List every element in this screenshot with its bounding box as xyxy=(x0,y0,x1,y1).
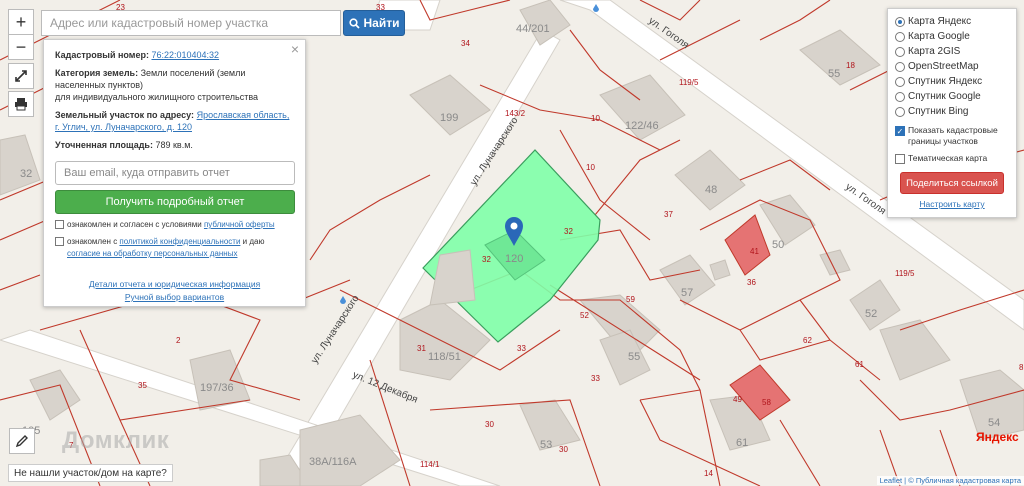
svg-text:197/36: 197/36 xyxy=(200,382,234,394)
svg-text:62: 62 xyxy=(803,336,812,345)
svg-text:38А/116А: 38А/116А xyxy=(309,456,357,468)
svg-text:44/201: 44/201 xyxy=(516,23,550,35)
offer-consent: ознакомлен и согласен с условиями публич… xyxy=(55,219,294,231)
svg-text:61: 61 xyxy=(736,437,748,449)
leaflet-link[interactable]: Leaflet xyxy=(880,476,903,485)
share-link-button[interactable]: Поделиться ссылкой xyxy=(900,172,1004,194)
address-label: Земельный участок по адресу: xyxy=(55,110,195,120)
layer-option-yandex-satellite[interactable]: Спутник Яндекс xyxy=(895,74,1009,89)
ruler-button[interactable] xyxy=(9,428,35,454)
svg-text:52: 52 xyxy=(580,311,589,320)
svg-text:32: 32 xyxy=(482,255,491,264)
area-row: Уточненная площадь: 789 кв.м. xyxy=(55,139,294,151)
svg-text:31: 31 xyxy=(417,344,426,353)
domclick-watermark: Домклик xyxy=(62,427,170,454)
map-attribution: Leaflet | © Публичная кадастровая карта xyxy=(876,476,1024,485)
category-purpose: для индивидуального жилищного строительс… xyxy=(55,92,259,102)
svg-text:33: 33 xyxy=(591,374,600,383)
search-button-label: Найти xyxy=(363,16,400,30)
svg-text:119/5: 119/5 xyxy=(895,269,915,278)
svg-text:55: 55 xyxy=(628,351,640,363)
svg-text:49: 49 xyxy=(733,395,742,404)
layer-option-yandex-map[interactable]: Карта Яндекс xyxy=(895,14,1009,29)
layer-option-google-map[interactable]: Карта Google xyxy=(895,29,1009,44)
svg-text:143/2: 143/2 xyxy=(505,109,526,118)
layer-option-bing-satellite[interactable]: Спутник Bing xyxy=(895,104,1009,119)
svg-text:61: 61 xyxy=(855,360,864,369)
svg-text:18: 18 xyxy=(846,61,855,70)
svg-text:37: 37 xyxy=(664,210,673,219)
offer-checkbox[interactable] xyxy=(55,220,64,229)
category-label: Категория земель: xyxy=(55,68,139,78)
category-row: Категория земель: Земли поселений (земли… xyxy=(55,67,294,103)
svg-text:36: 36 xyxy=(747,278,756,287)
cadastral-row: Кадастровый номер: 76:22:010404:32 xyxy=(55,49,294,61)
show-boundaries-checkbox[interactable]: ✓ Показать кадастровые границы участков xyxy=(895,125,1009,147)
cadastral-label: Кадастровый номер: xyxy=(55,50,149,60)
svg-text:54: 54 xyxy=(988,417,1000,429)
layer-option-google-satellite[interactable]: Спутник Google xyxy=(895,89,1009,104)
zoom-out-button[interactable]: − xyxy=(8,34,34,60)
area-value: 789 кв.м. xyxy=(155,140,193,150)
search-button[interactable]: Найти xyxy=(343,10,405,36)
parcel-number-label: 120 xyxy=(505,253,523,265)
get-report-button[interactable]: Получить подробный отчет xyxy=(55,190,295,214)
svg-text:10: 10 xyxy=(586,163,595,172)
print-icon xyxy=(15,98,27,111)
svg-text:122/46: 122/46 xyxy=(625,120,659,132)
offer-link[interactable]: публичной оферты xyxy=(204,220,275,229)
layer-option-osm[interactable]: OpenStreetMap xyxy=(895,59,1009,74)
layers-panel: Карта Яндекс Карта Google Карта 2GIS Ope… xyxy=(887,8,1017,218)
svg-text:114/1: 114/1 xyxy=(420,460,440,469)
manual-choice-link[interactable]: Ручной выбор вариантов xyxy=(125,292,224,302)
layer-option-2gis-map[interactable]: Карта 2GIS xyxy=(895,44,1009,59)
not-found-button[interactable]: Не нашли участок/дом на карте? xyxy=(8,464,173,482)
svg-text:10: 10 xyxy=(591,114,600,123)
setup-map-link[interactable]: Настроить карту xyxy=(895,199,1009,209)
svg-text:32: 32 xyxy=(564,227,573,236)
svg-text:34: 34 xyxy=(461,39,470,48)
zoom-in-button[interactable]: + xyxy=(8,9,34,35)
svg-text:59: 59 xyxy=(626,295,635,304)
yandex-logo: Яндекс xyxy=(976,430,1019,444)
svg-text:53: 53 xyxy=(540,439,552,451)
svg-text:118/51: 118/51 xyxy=(428,351,461,363)
privacy-consent: ознакомлен с политикой конфиденциальност… xyxy=(55,236,294,260)
close-icon[interactable]: × xyxy=(291,42,299,56)
print-button[interactable] xyxy=(8,91,34,117)
svg-text:30: 30 xyxy=(559,445,568,454)
svg-text:55: 55 xyxy=(828,68,840,80)
svg-text:30: 30 xyxy=(485,420,494,429)
svg-text:50: 50 xyxy=(772,239,784,251)
svg-text:32: 32 xyxy=(20,168,32,180)
expand-icon xyxy=(15,70,27,82)
svg-text:8: 8 xyxy=(1019,363,1024,372)
svg-text:58: 58 xyxy=(762,398,771,407)
panel-links: Детали отчета и юридическая информация Р… xyxy=(55,278,294,304)
search-icon xyxy=(348,17,360,29)
svg-text:57: 57 xyxy=(681,287,693,299)
pencil-icon xyxy=(15,435,28,448)
svg-text:52: 52 xyxy=(865,308,877,320)
privacy-checkbox[interactable] xyxy=(55,237,64,246)
area-label: Уточненная площадь: xyxy=(55,140,153,150)
personal-data-link[interactable]: согласие на обработку персональных данны… xyxy=(67,249,237,258)
svg-text:119/5: 119/5 xyxy=(679,78,699,87)
parcel-info-panel: × Кадастровый номер: 76:22:010404:32 Кат… xyxy=(43,39,306,307)
report-details-link[interactable]: Детали отчета и юридическая информация xyxy=(89,279,260,289)
svg-text:2: 2 xyxy=(176,336,181,345)
privacy-link[interactable]: политикой конфиденциальности xyxy=(119,237,240,246)
search-input[interactable] xyxy=(41,10,341,36)
cadastral-number-link[interactable]: 76:22:010404:32 xyxy=(151,50,219,60)
fullscreen-button[interactable] xyxy=(8,63,34,89)
svg-text:14: 14 xyxy=(704,469,713,478)
svg-text:41: 41 xyxy=(750,247,759,256)
svg-text:35: 35 xyxy=(138,381,147,390)
thematic-map-checkbox[interactable]: Тематическая карта xyxy=(895,153,1009,164)
svg-text:33: 33 xyxy=(517,344,526,353)
svg-text:48: 48 xyxy=(705,184,717,196)
address-row: Земельный участок по адресу: Ярославская… xyxy=(55,109,294,133)
email-field[interactable] xyxy=(55,161,295,185)
svg-text:199: 199 xyxy=(440,112,458,124)
